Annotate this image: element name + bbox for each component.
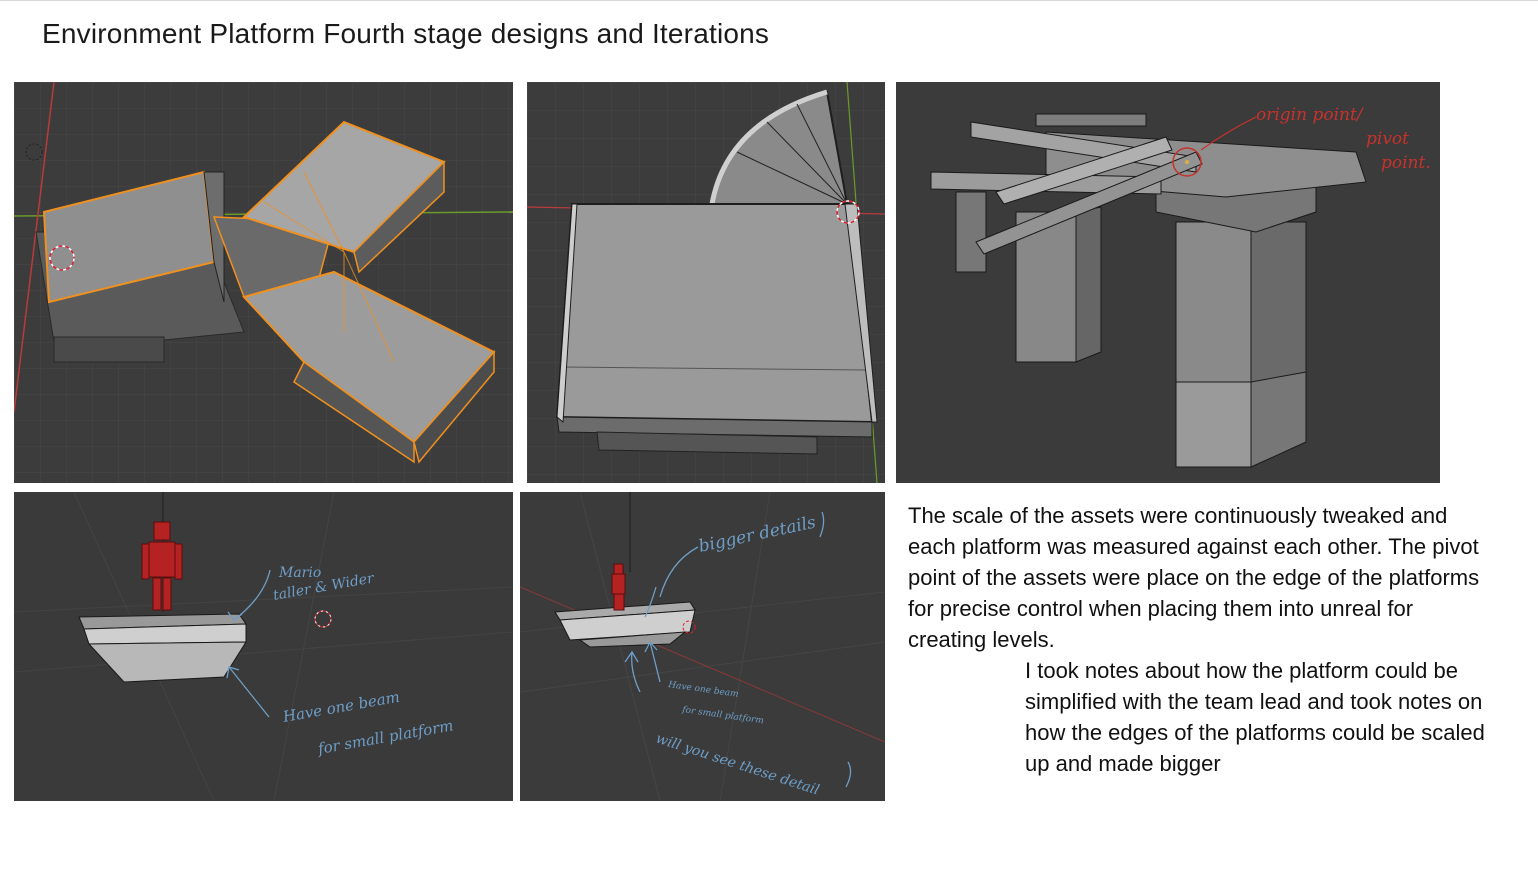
pivot-annotation-line-1: origin point/ — [1256, 105, 1365, 125]
pivot-annotation-line-2: pivot — [1366, 129, 1409, 149]
description-paragraph-1: The scale of the assets were continuousl… — [908, 503, 1480, 652]
render-platform-y-shape-selected — [14, 82, 513, 483]
description-paragraph-2: I took notes about how the platform coul… — [1025, 658, 1485, 776]
note-mario: Mario — [278, 565, 321, 581]
render-small-platform-with-figure: Mario taller & Wider Have one beam for s… — [14, 492, 513, 801]
render-small-platform-far-view: bigger details Have one beam for small p… — [520, 492, 885, 801]
render-platform-cross-beams-with-pillars: origin point/ pivot point. — [896, 82, 1440, 483]
render-platform-square-with-curved-ramp — [527, 82, 885, 483]
page-title: Environment Platform Fourth stage design… — [42, 18, 770, 49]
pivot-annotation-line-3: point. — [1381, 153, 1431, 173]
top-divider — [0, 0, 1538, 1]
description-text: The scale of the assets were continuousl… — [908, 500, 1488, 779]
